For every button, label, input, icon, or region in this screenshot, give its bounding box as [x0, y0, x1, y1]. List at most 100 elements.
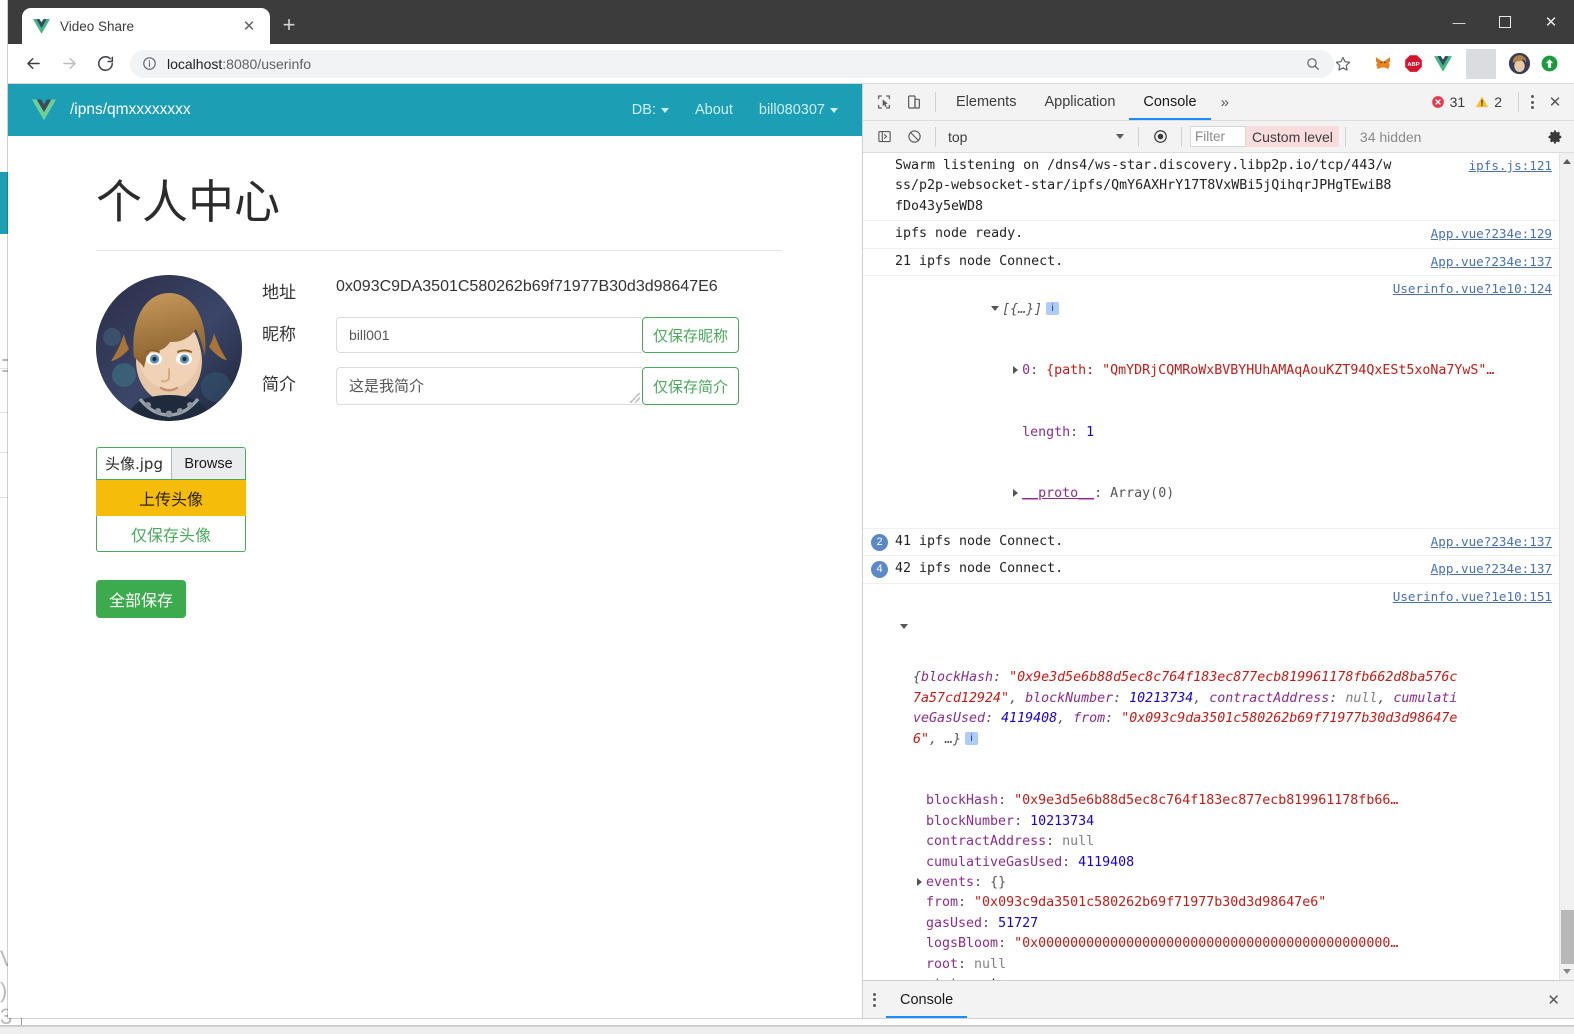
omnibox-tools: ABP	[1307, 48, 1564, 79]
array-row-key: length	[1022, 424, 1071, 440]
clear-console-icon[interactable]	[899, 123, 929, 151]
console-message[interactable]: 2 App.vue?234e:137 41 ipfs node Connect.	[863, 529, 1574, 557]
object-property-colon: :	[1046, 834, 1063, 850]
zoom-search-icon[interactable]	[1298, 49, 1328, 79]
nickname-input[interactable]: bill001	[336, 317, 642, 353]
object-property-row: root: null	[873, 955, 1552, 975]
info-circle-icon[interactable]	[142, 56, 157, 71]
console-message[interactable]: App.vue?234e:137 21 ipfs node Connect.	[863, 249, 1574, 277]
object-property-colon: :	[974, 977, 990, 980]
metamask-fox-icon[interactable]	[1368, 49, 1398, 79]
close-icon[interactable]: ✕	[1528, 0, 1574, 44]
warning-badge[interactable]: 2	[1475, 94, 1502, 110]
scroll-up-arrow-icon[interactable]	[1563, 159, 1571, 164]
nav-item-db[interactable]: DB:	[632, 102, 669, 118]
file-input[interactable]: 头像.jpg Browse	[96, 447, 246, 480]
close-icon[interactable]: ✕	[1533, 991, 1574, 1009]
error-circle-icon	[1431, 95, 1445, 109]
save-bio-button[interactable]: 仅保存简介	[642, 367, 740, 405]
scroll-down-arrow-icon[interactable]	[1563, 969, 1571, 974]
console-sidebar-icon[interactable]	[869, 123, 899, 151]
error-badge[interactable]: 31	[1431, 94, 1465, 110]
console-message-object[interactable]: Userinfo.vue?1e10:151 {blockHash: "0x9e3…	[863, 584, 1574, 980]
console-source-link[interactable]: App.vue?234e:129	[1431, 224, 1552, 243]
adblock-plus-icon[interactable]: ABP	[1398, 49, 1428, 79]
nav-item-user[interactable]: bill080307	[759, 102, 838, 118]
field-bio: 简介 这是我简介 仅保存简介	[262, 367, 822, 405]
expand-triangle-icon[interactable]	[917, 878, 922, 886]
hidden-count-label: 34 hidden	[1359, 128, 1422, 145]
kebab-menu-icon[interactable]	[867, 992, 882, 1007]
console-message[interactable]: 4 App.vue?234e:137 42 ipfs node Connect.	[863, 556, 1574, 584]
avatar-upload-block: 头像.jpg Browse 上传头像 仅保存头像	[96, 447, 246, 552]
scrollbar-thumb[interactable]	[1561, 910, 1574, 964]
browse-button[interactable]: Browse	[171, 448, 245, 479]
object-property-value: {}	[990, 875, 1007, 890]
save-all-button[interactable]: 全部保存	[96, 580, 186, 618]
device-toolbar-icon[interactable]	[899, 88, 929, 116]
field-address: 地址 0x093C9DA3501C580262b69f71977B30d3d98…	[262, 275, 822, 303]
console-scrollbar[interactable]	[1559, 153, 1574, 980]
tab-console[interactable]: Console	[1129, 84, 1210, 120]
resize-grip-icon[interactable]	[630, 393, 640, 403]
save-avatar-button[interactable]: 仅保存头像	[96, 516, 246, 552]
tab-application[interactable]: Application	[1030, 84, 1129, 120]
object-preview-token: :	[1113, 690, 1130, 706]
drawer-tab-console[interactable]: Console	[886, 981, 967, 1018]
console-source-link[interactable]: Userinfo.vue?1e10:124	[1393, 279, 1552, 298]
tab-elements[interactable]: Elements	[942, 84, 1030, 120]
object-property-key: logsBloom	[926, 936, 999, 952]
forward-arrow-icon[interactable]	[54, 49, 84, 79]
info-icon[interactable]: i	[965, 732, 979, 746]
console-message[interactable]: ipfs.js:121 Swarm listening on /dns4/ws-…	[863, 153, 1574, 222]
reload-icon[interactable]	[90, 49, 120, 79]
console-source-link[interactable]: ipfs.js:121	[1469, 156, 1552, 175]
object-property-row: cumulativeGasUsed: 4119408	[873, 853, 1552, 873]
expand-triangle-icon[interactable]	[900, 623, 908, 629]
maximize-icon[interactable]	[1482, 0, 1528, 44]
profile-avatar-icon[interactable]	[1504, 49, 1534, 79]
close-icon[interactable]: ✕	[1540, 88, 1570, 116]
chevron-double-right-icon[interactable]: »	[1211, 94, 1239, 111]
kebab-menu-icon[interactable]	[1525, 95, 1540, 109]
inspect-element-icon[interactable]	[869, 88, 899, 116]
object-property-key: root	[926, 956, 959, 972]
plus-icon[interactable]: +	[276, 13, 302, 39]
expand-triangle-icon[interactable]	[991, 306, 1000, 312]
execution-context-select[interactable]: top	[942, 126, 1132, 148]
console-source-link[interactable]: App.vue?234e:137	[1431, 532, 1552, 551]
log-level-select[interactable]: Custom level	[1246, 126, 1339, 147]
nav-item-about-label: About	[694, 102, 733, 118]
update-arrow-icon[interactable]	[1534, 49, 1564, 79]
info-icon[interactable]: i	[1046, 302, 1060, 316]
expand-triangle-icon[interactable]	[1013, 366, 1019, 375]
bio-textarea[interactable]: 这是我简介	[336, 367, 642, 405]
console-message[interactable]: App.vue?234e:129 ipfs node ready.	[863, 221, 1574, 249]
gear-icon[interactable]	[1540, 123, 1570, 151]
expand-triangle-icon[interactable]	[1013, 489, 1019, 498]
console-output[interactable]: ipfs.js:121 Swarm listening on /dns4/ws-…	[863, 153, 1574, 980]
object-property-colon: :	[998, 793, 1015, 809]
nav-item-about[interactable]: About	[695, 102, 733, 118]
minimize-icon[interactable]: —	[1436, 0, 1482, 44]
browser-tab[interactable]: Video Share ✕	[22, 8, 270, 44]
console-source-link[interactable]: App.vue?234e:137	[1431, 559, 1552, 578]
page-brand-link[interactable]: /ipns/qmxxxxxxxx	[70, 101, 191, 119]
console-source-link[interactable]: App.vue?234e:137	[1431, 252, 1552, 271]
save-nickname-button[interactable]: 仅保存昵称	[642, 317, 740, 353]
upload-avatar-button[interactable]: 上传头像	[96, 480, 246, 516]
console-message-array[interactable]: Userinfo.vue?1e10:124 [{…}] i 0: {path: "…	[863, 276, 1574, 529]
object-preview-token: blockNumber	[1025, 690, 1114, 706]
address-bar[interactable]: localhost:8080/userinfo	[130, 49, 1334, 78]
bio-textarea-value: 这是我简介	[349, 377, 425, 395]
object-preview-token: ,	[1377, 690, 1394, 706]
bookmark-star-icon[interactable]	[1328, 49, 1358, 79]
close-icon[interactable]: ✕	[238, 15, 260, 37]
web-page-viewport: /ipns/qmxxxxxxxx DB: About bill080307 个人…	[8, 84, 862, 1018]
vue-devtools-icon[interactable]	[1428, 49, 1458, 79]
filter-input[interactable]: Filter	[1190, 126, 1246, 147]
live-expression-eye-icon[interactable]	[1145, 123, 1175, 151]
back-arrow-icon[interactable]	[18, 49, 48, 79]
object-property-colon: :	[982, 915, 999, 931]
nav-item-user-label: bill080307	[758, 102, 825, 118]
